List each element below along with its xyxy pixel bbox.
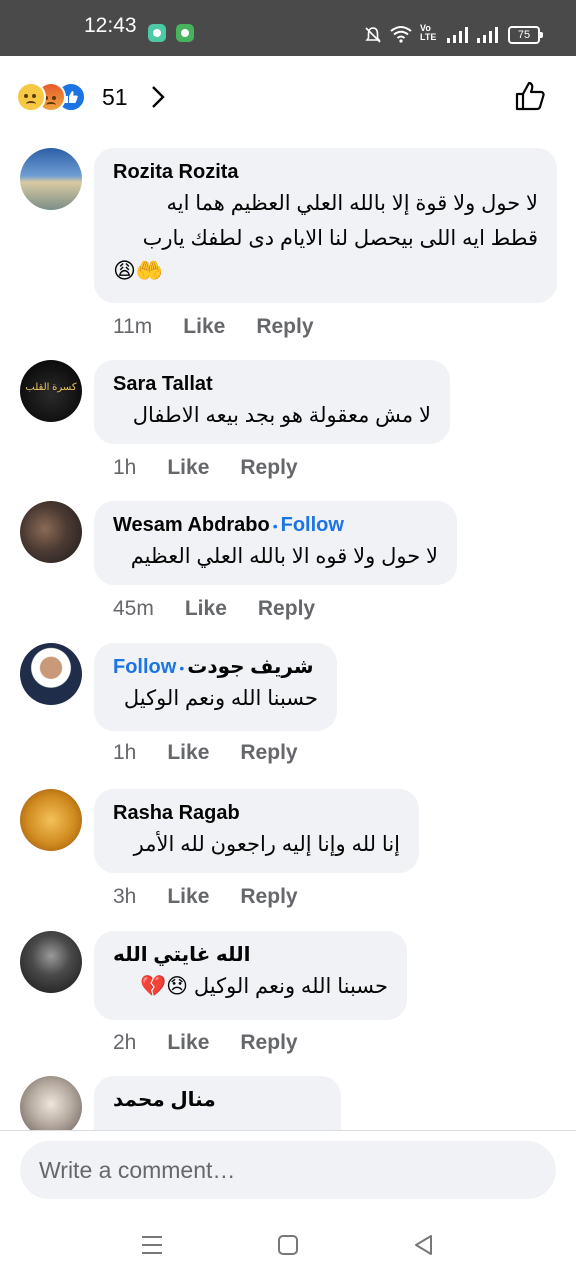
avatar[interactable] — [20, 1076, 82, 1130]
comment-bubble[interactable]: منال محمد — [94, 1076, 341, 1130]
reply-button[interactable]: Reply — [240, 885, 297, 908]
comment-text-line: حسبنا الله ونعم الوكيل 😞💔 — [139, 975, 388, 998]
comment-text-line: لا حول ولا قوه الا بالله العلي العظيم — [130, 545, 438, 568]
sad-reaction-icon — [16, 82, 46, 112]
avatar[interactable] — [20, 789, 82, 851]
system-nav-bar — [0, 1210, 576, 1280]
commenter-name[interactable]: Sara Tallat — [113, 373, 213, 395]
reply-button[interactable]: Reply — [240, 741, 297, 764]
wifi-icon — [390, 26, 412, 43]
comment-bubble[interactable]: الله غايتي الله حسبنا الله ونعم الوكيل 😞… — [94, 931, 407, 1020]
like-button[interactable]: Like — [185, 597, 227, 620]
comment-emoji: 😩🤲 — [113, 258, 164, 283]
avatar[interactable] — [20, 643, 82, 705]
back-triangle-icon[interactable] — [413, 1234, 435, 1256]
composer-divider — [0, 1130, 576, 1131]
follow-button[interactable]: Follow — [113, 656, 176, 678]
like-button[interactable]: Like — [167, 885, 209, 908]
reply-button[interactable]: Reply — [240, 1031, 297, 1054]
comment-time[interactable]: 11m — [113, 315, 152, 338]
commenter-name[interactable]: Wesam Abdrabo — [113, 514, 270, 536]
comment-time[interactable]: 1h — [113, 456, 136, 479]
comment-actions: 11m Like Reply — [113, 315, 345, 339]
menu-icon[interactable] — [141, 1234, 163, 1256]
commenter-name[interactable]: شريف جودت — [187, 656, 313, 678]
chat-app-icon — [148, 24, 166, 42]
like-button[interactable]: Like — [183, 315, 225, 338]
comment-actions: 1h Like Reply — [113, 741, 329, 765]
avatar[interactable] — [20, 501, 82, 563]
volte-icon: Vo LTE — [420, 23, 437, 42]
comment-time[interactable]: 2h — [113, 1031, 136, 1054]
follow-button[interactable]: Follow — [281, 514, 344, 536]
comment: منال محمد — [0, 1076, 576, 1130]
chevron-right-icon[interactable] — [150, 84, 166, 110]
signal-icon-2 — [477, 27, 498, 43]
like-button[interactable]: Like — [167, 1031, 209, 1054]
comment-time[interactable]: 3h — [113, 885, 136, 908]
comment-time[interactable]: 1h — [113, 741, 136, 764]
home-square-icon[interactable] — [277, 1234, 299, 1256]
status-time: 12:43 — [84, 14, 137, 37]
mute-bell-icon — [365, 27, 381, 43]
comment-bubble[interactable]: Rozita Rozita لا حول ولا قوة إلا بالله ا… — [94, 148, 557, 303]
status-bar: 12:43 Vo LTE 75 — [0, 0, 576, 56]
reaction-count: 51 — [102, 84, 128, 110]
comment-actions: 2h Like Reply — [113, 1031, 329, 1055]
comment-input[interactable]: Write a comment… — [20, 1141, 556, 1199]
reply-button[interactable]: Reply — [240, 456, 297, 479]
comment-text-line: حسبنا الله ونعم الوكيل — [123, 687, 318, 710]
comment-time[interactable]: 45m — [113, 597, 154, 620]
signal-icon-1 — [447, 27, 468, 43]
commenter-name[interactable]: منال محمد — [113, 1089, 216, 1111]
comment-actions: 45m Like Reply — [113, 597, 346, 621]
comment-text-line: لا مش معقولة هو بجد بيعه الاطفال — [132, 404, 431, 427]
avatar[interactable] — [20, 931, 82, 993]
comment-text-line: إنا لله وإنا إليه راجعون لله الأمر — [133, 833, 400, 856]
comment-bubble[interactable]: Rasha Ragab إنا لله وإنا إليه راجعون لله… — [94, 789, 419, 873]
thumbs-up-icon[interactable] — [514, 80, 546, 112]
commenter-name[interactable]: الله غايتي الله — [113, 944, 251, 966]
like-button[interactable]: Like — [167, 741, 209, 764]
commenter-name[interactable]: Rasha Ragab — [113, 802, 240, 824]
comment-bubble[interactable]: Follow • شريف جودت حسبنا الله ونعم الوكيل — [94, 643, 337, 731]
reply-button[interactable]: Reply — [256, 315, 313, 338]
comment-text-line: قطط ايه اللى بيحصل لنا الايام دى لطفك يا… — [142, 227, 538, 250]
like-button[interactable]: Like — [167, 456, 209, 479]
comment-actions: 3h Like Reply — [113, 885, 329, 909]
commenter-name[interactable]: Rozita Rozita — [113, 161, 239, 183]
comment-bubble[interactable]: Sara Tallat لا مش معقولة هو بجد بيعه الا… — [94, 360, 450, 444]
reply-button[interactable]: Reply — [258, 597, 315, 620]
avatar[interactable] — [20, 148, 82, 210]
battery-indicator: 75 — [508, 26, 543, 44]
comment-actions: 1h Like Reply — [113, 456, 329, 480]
comment-text-line: لا حول ولا قوة إلا بالله العلي العظيم هم… — [166, 192, 538, 215]
comment-bubble[interactable]: Wesam Abdrabo • Follow لا حول ولا قوه الا … — [94, 501, 457, 585]
shield-app-icon — [176, 24, 194, 42]
avatar[interactable]: كسرة القلب — [20, 360, 82, 422]
